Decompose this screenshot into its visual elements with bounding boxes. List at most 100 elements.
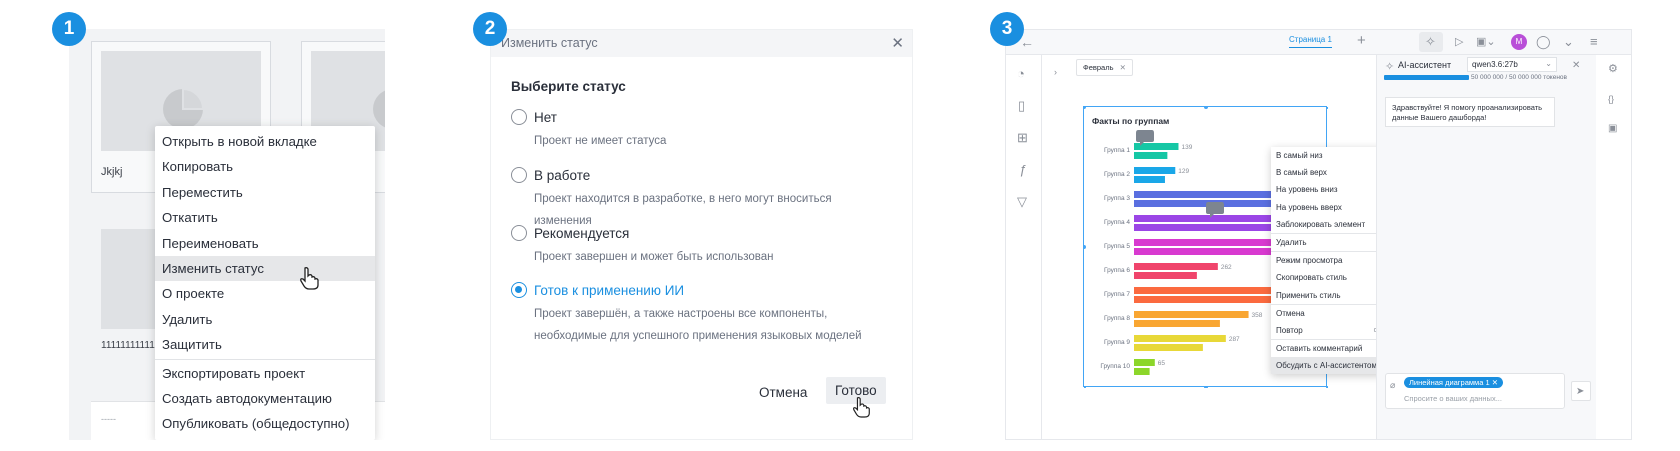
close-icon[interactable]: ✕: [891, 34, 904, 52]
resize-handle[interactable]: [1204, 107, 1208, 109]
context-menu-label: Обсудить с AI-ассистентом: [1276, 361, 1377, 371]
dialog-title: Изменить статус: [501, 36, 598, 50]
resize-handle[interactable]: [1084, 245, 1086, 249]
status-option-label[interactable]: Нет: [534, 110, 557, 125]
attachment-icon[interactable]: ⌀: [1390, 378, 1395, 392]
cancel-button[interactable]: Отмена: [753, 381, 813, 404]
status-option-label[interactable]: Готов к применению ИИ: [534, 283, 684, 298]
bar-value-label: 139: [1181, 144, 1192, 151]
model-select[interactable]: qwen3.6:27b ⌄: [1467, 57, 1557, 72]
chat-input[interactable]: ⌀ Линейная диаграмма 1 ✕ Спросите о ваши…: [1385, 373, 1565, 409]
resize-handle[interactable]: [1084, 107, 1086, 109]
preview-icon[interactable]: ▣⌄: [1476, 35, 1496, 49]
menu-separator: [155, 358, 375, 360]
comment-icon[interactable]: ◯: [1536, 35, 1551, 49]
menu-item[interactable]: Переместить: [155, 180, 375, 205]
bar-value-label: 262: [1221, 264, 1232, 271]
category-label: Группа 10: [1100, 363, 1130, 370]
ai-assistant-panel: ✧ AI-ассистент qwen3.6:27b ⌄ ✕ 50 000 00…: [1376, 55, 1596, 439]
bar[interactable]: [1134, 320, 1220, 327]
tab-page-1[interactable]: Страница 1: [1289, 35, 1332, 48]
step-badge-1: 1: [52, 12, 86, 46]
sparkle-icon: ✧: [1425, 34, 1436, 49]
status-option-description: Проект завершен и может быть использован: [534, 251, 774, 263]
save-icon[interactable]: ▣: [1608, 122, 1617, 136]
context-menu-label: Режим просмотра: [1276, 256, 1343, 266]
chevron-down-icon: ⌄: [1545, 59, 1552, 68]
menu-item[interactable]: Создать автодокументацию: [155, 386, 375, 411]
filter-chip[interactable]: Февраль ✕: [1076, 59, 1133, 76]
menu-item[interactable]: Защитить: [155, 332, 375, 357]
menu-item[interactable]: Экспортировать проект: [155, 361, 375, 386]
bar[interactable]: [1134, 311, 1249, 318]
bar[interactable]: [1134, 224, 1284, 231]
bar[interactable]: [1134, 335, 1226, 342]
bar-value-label: 358: [1252, 312, 1263, 319]
left-rail: ◔ ▯ ⊞ ƒ ▽: [1006, 55, 1042, 439]
category-label: Группа 2: [1104, 171, 1130, 178]
ai-sparkle-button[interactable]: ✧: [1419, 32, 1443, 52]
status-radio[interactable]: [511, 109, 527, 125]
comment-bubble-icon[interactable]: [1135, 128, 1155, 148]
context-menu-label: Заблокировать элемент: [1276, 219, 1366, 229]
status-radio[interactable]: [511, 282, 527, 298]
status-radio[interactable]: [511, 167, 527, 183]
filter-icon[interactable]: ▽: [1017, 195, 1027, 209]
menu-item[interactable]: Изменить статус: [155, 255, 375, 282]
filter-chip-label: Февраль: [1083, 63, 1114, 72]
database-icon[interactable]: ≡: [1590, 35, 1598, 49]
status-option-label[interactable]: В работе: [534, 168, 590, 183]
resize-handle[interactable]: [1326, 107, 1328, 109]
menu-item[interactable]: Удалить: [155, 307, 375, 332]
bar[interactable]: [1134, 296, 1284, 303]
menu-item[interactable]: Опубликовать (общедоступно): [155, 411, 375, 436]
category-label: Группа 8: [1104, 315, 1130, 322]
bar[interactable]: [1134, 152, 1168, 159]
menu-item[interactable]: Откатить: [155, 205, 375, 230]
bar[interactable]: [1134, 359, 1155, 366]
hand-cursor-icon: [853, 397, 870, 418]
back-arrow-icon[interactable]: ←: [1020, 35, 1034, 49]
category-label: Группа 9: [1104, 339, 1130, 346]
status-radio[interactable]: [511, 225, 527, 241]
close-icon[interactable]: ✕: [1120, 63, 1126, 72]
menu-item[interactable]: Открыть в новой вкладке: [155, 129, 375, 154]
send-icon: ➤: [1576, 386, 1585, 397]
context-chip[interactable]: Линейная диаграмма 1 ✕: [1404, 377, 1503, 388]
close-icon[interactable]: ✕: [1572, 59, 1580, 73]
grid-icon[interactable]: ⊞: [1017, 131, 1028, 145]
chart-icon[interactable]: ◔: [1017, 67, 1025, 81]
context-menu-label: Удалить: [1276, 237, 1307, 247]
function-icon[interactable]: ƒ: [1019, 163, 1026, 177]
bar[interactable]: [1134, 263, 1218, 270]
gear-icon[interactable]: ⚙: [1608, 62, 1618, 76]
menu-item[interactable]: Копировать: [155, 154, 375, 179]
editor-toolbar: ← Страница 1 + ✧ ▷ ▣⌄ M ◯ ⌄ ≡: [1006, 30, 1631, 55]
chevron-right-icon[interactable]: ›: [1054, 65, 1057, 79]
code-braces-icon[interactable]: {}: [1608, 92, 1614, 106]
bar[interactable]: [1134, 344, 1203, 351]
user-avatar[interactable]: M: [1511, 34, 1527, 50]
context-menu-label: Оставить комментарий: [1276, 344, 1363, 354]
resize-handle[interactable]: [1084, 386, 1086, 388]
menu-item[interactable]: Переименовать: [155, 231, 375, 256]
status-option-description: Проект не имеет статуса: [534, 135, 667, 147]
menu-item[interactable]: О проекте: [155, 281, 375, 306]
add-page-icon[interactable]: +: [1357, 33, 1366, 48]
bar[interactable]: [1134, 167, 1176, 174]
bar[interactable]: [1134, 176, 1165, 183]
bar[interactable]: [1134, 272, 1197, 279]
send-button[interactable]: ➤: [1571, 381, 1591, 401]
assistant-message: Здравствуйте! Я помогу проанализировать …: [1385, 97, 1555, 127]
step-badge-2: 2: [473, 12, 507, 46]
status-option-label[interactable]: Рекомендуется: [534, 226, 629, 241]
chevron-down-icon[interactable]: ⌄: [1563, 35, 1574, 49]
play-icon[interactable]: ▷: [1455, 35, 1463, 49]
resize-handle[interactable]: [1204, 386, 1208, 388]
bar[interactable]: [1134, 368, 1150, 375]
comment-bubble-icon[interactable]: [1205, 200, 1225, 220]
bar[interactable]: [1134, 248, 1284, 255]
status-dialog: Изменить статус ✕ Выберите статус Отмена…: [490, 29, 913, 440]
resize-handle[interactable]: [1326, 386, 1328, 388]
document-icon[interactable]: ▯: [1018, 99, 1025, 113]
